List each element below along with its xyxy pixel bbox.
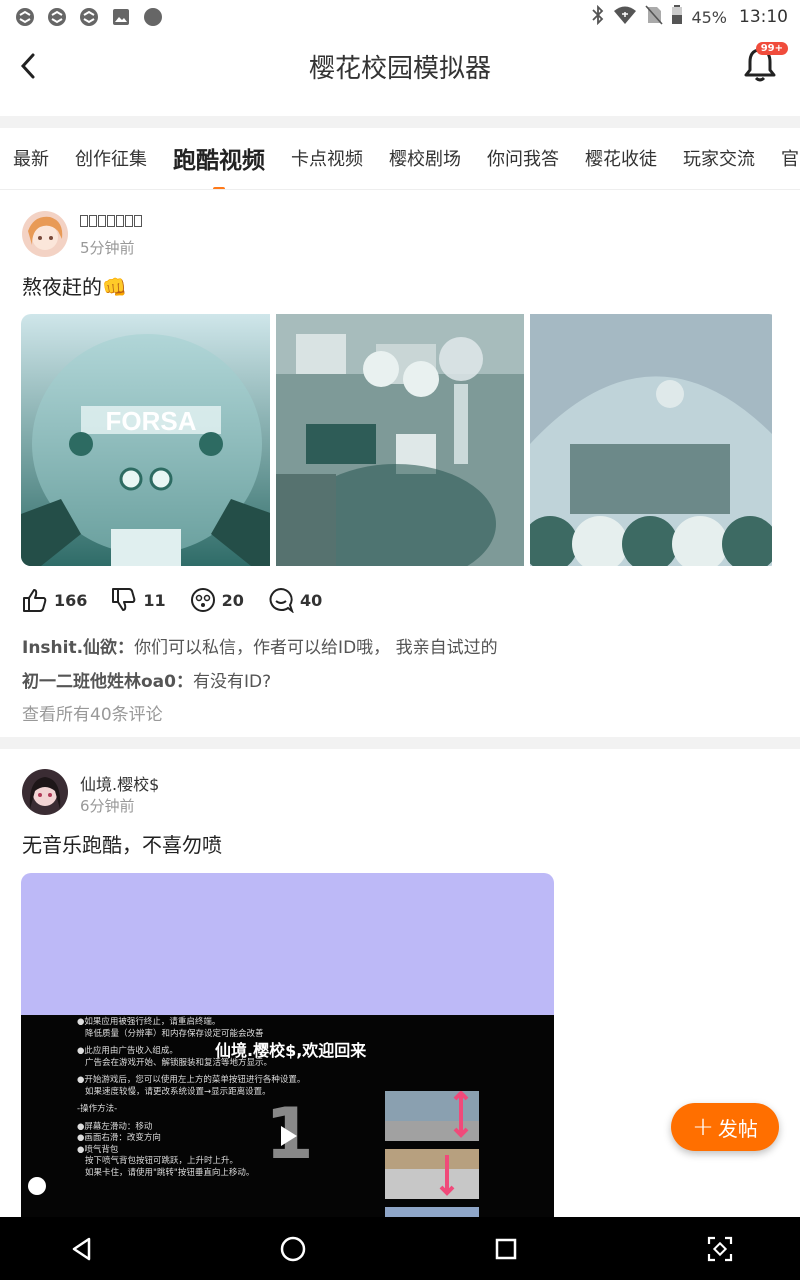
app-notification-icon (46, 6, 68, 28)
username[interactable]: 仙境.樱校$ (80, 771, 159, 795)
post-image[interactable] (275, 314, 525, 566)
nav-back-button[interactable] (66, 1233, 98, 1265)
comment-text: 你们可以私信，作者可以给ID哦， 我亲自试过的 (134, 638, 498, 658)
plus-icon: + (692, 1112, 714, 1142)
notifications-button[interactable]: 99+ (742, 42, 788, 84)
video-frame: ●如果应用被强行终止，请重启终端。 降低质量（分辨率）和内存保存设定可能会改善 … (21, 1015, 554, 1223)
comment-author: Inshit.仙欲： (22, 638, 135, 658)
tab-qa[interactable]: 你问我答 (487, 145, 559, 171)
nav-recents-button[interactable] (490, 1233, 522, 1265)
post-card[interactable]: 仙境.樱校$ 6分钟前 无音乐跑酷，不喜勿喷 ●如果应用被强行终止，请重启终端。… (0, 749, 800, 1223)
video-line: ●喷气背包 (77, 1144, 119, 1155)
clock: 13:10 (739, 7, 788, 27)
avatar[interactable] (22, 211, 68, 257)
header-separator (0, 116, 800, 128)
wifi-icon (613, 5, 637, 29)
post-time: 5分钟前 (80, 239, 135, 257)
tab-official[interactable]: 官 (781, 145, 799, 171)
tab-player-chat[interactable]: 玩家交流 (683, 145, 755, 171)
video-player[interactable]: ●如果应用被强行终止，请重启终端。 降低质量（分辨率）和内存保存设定可能会改善 … (21, 873, 554, 1223)
avatar[interactable] (22, 769, 68, 815)
post-text: 无音乐跑酷，不喜勿喷 (22, 833, 222, 857)
reaction-button[interactable]: 20 (190, 587, 244, 613)
create-post-label: 发帖 (717, 1116, 758, 1141)
video-line: 按下喷气背包按钮可跳跃，上升时上升。 (85, 1156, 239, 1166)
screenshot-icon (707, 1236, 733, 1262)
tab-apprentice[interactable]: 樱花收徒 (585, 145, 657, 171)
post-images: FORSA (21, 314, 779, 566)
post-image[interactable] (530, 314, 779, 566)
reaction-count: 20 (221, 590, 244, 610)
app-notification-icon (14, 6, 36, 28)
post-actions: 166 11 20 40 (22, 587, 346, 613)
video-line: ●如果应用被强行终止，请重启终端。 (77, 1017, 221, 1027)
comment-bubble-icon (269, 587, 294, 613)
comment-text: 有没有ID? (192, 672, 272, 692)
image-caption: FORSA (106, 406, 197, 436)
play-icon[interactable] (279, 1125, 299, 1151)
dizzy-face-icon (190, 588, 215, 612)
post-image[interactable]: FORSA (21, 314, 270, 566)
comment-preview[interactable]: 初一二班他姓林oa0：有没有ID? (22, 667, 271, 692)
thumbs-up-icon (23, 589, 47, 612)
post-text: 熬夜赶的👊 (22, 275, 127, 299)
nav-screenshot-button[interactable] (704, 1233, 736, 1265)
comment-button[interactable]: 40 (268, 587, 322, 613)
tab-latest[interactable]: 最新 (13, 145, 49, 171)
create-post-button[interactable]: + 发帖 (671, 1103, 779, 1151)
square-recents-icon (495, 1238, 517, 1260)
video-line: -操作方法- (77, 1104, 118, 1114)
bluetooth-icon (591, 4, 605, 29)
no-sim-icon (645, 5, 664, 29)
triangle-back-icon (72, 1237, 91, 1261)
post-card[interactable]: 5分钟前 熬夜赶的👊 FORSA 166 11 20 40 Inshit.仙欲：… (0, 191, 800, 737)
page-title: 樱花校园模拟器 (308, 54, 491, 84)
comment-preview[interactable]: Inshit.仙欲：你们可以私信，作者可以给ID哦， 我亲自试过的 (22, 633, 498, 658)
battery-icon (671, 5, 683, 29)
battery-level: 45% (691, 7, 727, 27)
post-time: 6分钟前 (80, 797, 135, 815)
tab-beat-video[interactable]: 卡点视频 (291, 145, 363, 171)
comment-author: 初一二班他姓林oa0： (22, 672, 193, 692)
video-line: ●开始游戏后，您可以使用左上方的菜单按钮进行各种设置。 (77, 1075, 306, 1085)
dislike-button[interactable]: 11 (111, 587, 166, 613)
circle-home-icon (280, 1236, 306, 1262)
username-glyphs[interactable] (80, 213, 144, 233)
video-scrub-handle[interactable] (28, 1177, 46, 1195)
dislike-count: 11 (143, 590, 166, 610)
like-count: 166 (54, 590, 88, 610)
video-line: 如果速度较慢，请更改系统设置→显示距离设置。 (85, 1086, 271, 1097)
notification-badge: 99+ (755, 42, 788, 55)
tab-theater[interactable]: 樱校剧场 (389, 145, 461, 171)
status-bar: 45% 13:10 (0, 0, 800, 34)
comment-count: 40 (299, 590, 323, 610)
like-button[interactable]: 166 (22, 587, 87, 613)
app-header: 樱花校园模拟器 99+ (0, 34, 800, 116)
video-thumbnail (385, 1090, 479, 1141)
tab-creation[interactable]: 创作征集 (75, 145, 147, 171)
video-line: ●屏幕左滑动：移动 (77, 1121, 153, 1132)
video-line: 如果卡住，请使用"跳转"按钮垂直向上移动。 (85, 1167, 255, 1178)
image-notification-icon (110, 6, 132, 28)
nav-home-button[interactable] (277, 1233, 309, 1265)
video-heading: 仙境.樱校$,欢迎回来 (215, 1041, 367, 1060)
circle-notification-icon (142, 6, 164, 28)
category-tabs: 最新 创作征集 跑酷视频 卡点视频 樱校剧场 你问我答 樱花收徒 玩家交流 官 (0, 128, 800, 190)
view-all-comments-link[interactable]: 查看所有40条评论 (22, 700, 163, 725)
post-divider (0, 737, 800, 749)
app-notification-icon (78, 6, 100, 28)
system-nav-bar (0, 1217, 800, 1280)
video-line: ●画面右滑：改变方向 (77, 1133, 161, 1143)
video-thumbnail (385, 1149, 479, 1199)
app-screen: 45% 13:10 樱花校园模拟器 99+ 最新 创作征集 跑酷视频 卡点视频 … (0, 0, 800, 1280)
thumbs-down-icon (112, 588, 136, 611)
tab-parkour-video[interactable]: 跑酷视频 (173, 141, 265, 189)
